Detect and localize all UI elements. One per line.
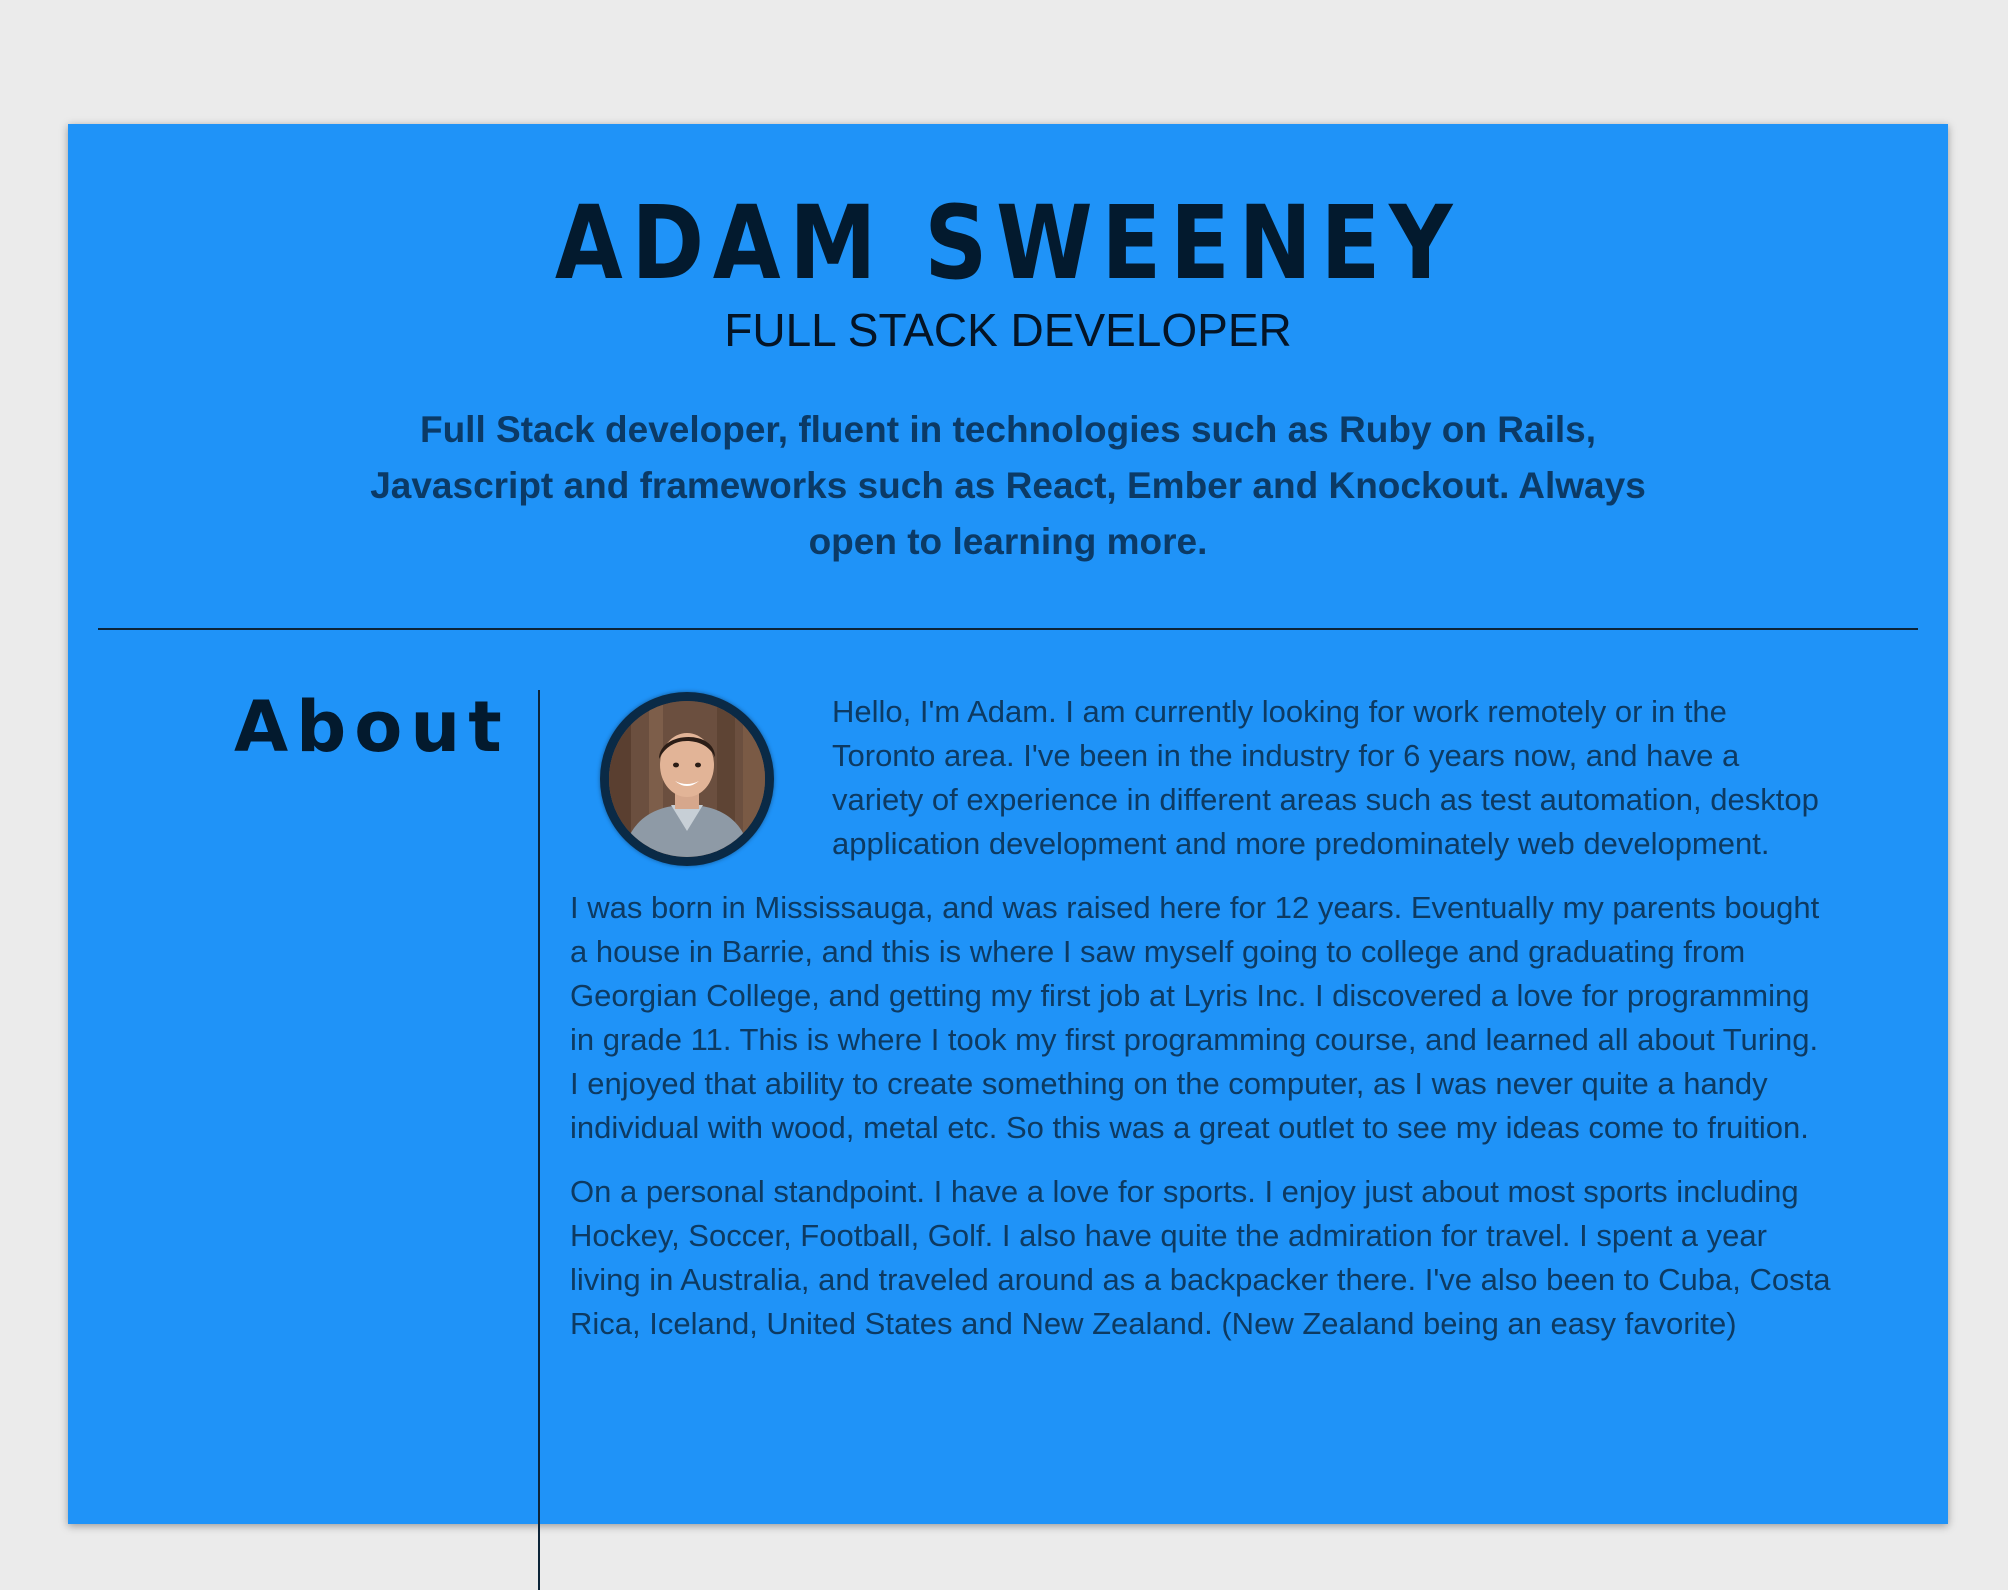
about-paragraph: I was born in Mississauga, and was raise…	[570, 890, 1820, 1145]
resume-header: ADAM SWEENEY FULL STACK DEVELOPER Full S…	[68, 124, 1948, 570]
person-name: ADAM SWEENEY	[554, 184, 1462, 303]
about-content: Hello, I'm Adam. I am currently looking …	[570, 690, 1832, 1366]
about-heading: About	[234, 686, 510, 768]
summary-text: Full Stack developer, fluent in technolo…	[370, 409, 1646, 562]
about-paragraph: On a personal standpoint. I have a love …	[570, 1174, 1831, 1341]
section-divider	[98, 628, 1918, 630]
about-paragraph: Hello, I'm Adam. I am currently looking …	[832, 694, 1819, 861]
job-title: FULL STACK DEVELOPER	[724, 304, 1292, 356]
about-vertical-rule	[538, 690, 540, 1590]
resume-sheet: ADAM SWEENEY FULL STACK DEVELOPER Full S…	[68, 124, 1948, 1590]
